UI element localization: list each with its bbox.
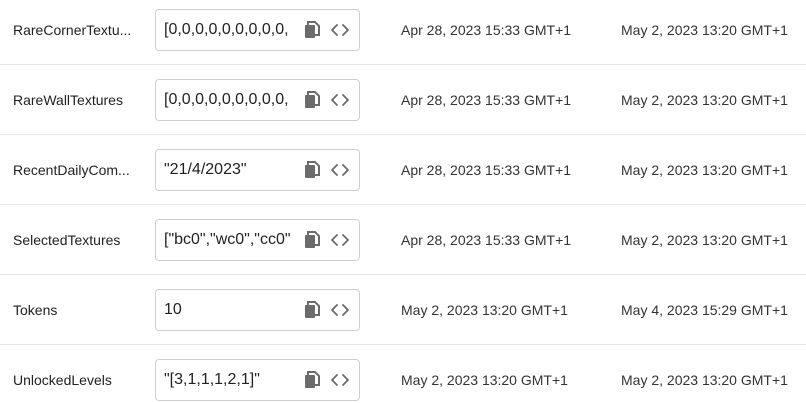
copy-icon[interactable] (300, 158, 324, 182)
code-icon[interactable] (328, 228, 352, 252)
table-row: RareCornerTextu... [0,0,0,0,0,0,0,0,0, A… (0, 0, 806, 65)
table-row: RecentDailyCom... "21/4/2023" Apr 28, 20… (0, 135, 806, 205)
table-row: Tokens 10 May 2, 2023 13:20 GMT+1 May 4,… (0, 275, 806, 345)
copy-icon[interactable] (300, 368, 324, 392)
code-icon[interactable] (328, 368, 352, 392)
value-field[interactable]: 10 (155, 289, 360, 331)
created-date: Apr 28, 2023 15:33 GMT+1 (401, 231, 572, 248)
code-icon[interactable] (328, 298, 352, 322)
row-key: RecentDailyCom... (13, 161, 130, 178)
updated-date: May 4, 2023 15:29 GMT+1 (621, 301, 788, 318)
updated-date: May 2, 2023 13:20 GMT+1 (621, 21, 788, 38)
created-date: Apr 28, 2023 15:33 GMT+1 (401, 21, 572, 38)
value-field[interactable]: ["bc0","wc0","cc0" (155, 219, 360, 261)
created-date: Apr 28, 2023 15:33 GMT+1 (401, 91, 572, 108)
code-icon[interactable] (328, 88, 352, 112)
value-text: 10 (164, 301, 182, 318)
created-date: Apr 28, 2023 15:33 GMT+1 (401, 161, 572, 178)
value-text: [0,0,0,0,0,0,0,0,0, (164, 91, 289, 108)
value-field[interactable]: "21/4/2023" (155, 149, 360, 191)
value-text: "[3,1,1,1,2,1]" (164, 371, 260, 388)
table-row: RareWallTextures [0,0,0,0,0,0,0,0,0, Apr… (0, 65, 806, 135)
value-text: [0,0,0,0,0,0,0,0,0, (164, 21, 289, 38)
copy-icon[interactable] (300, 298, 324, 322)
code-icon[interactable] (328, 18, 352, 42)
updated-date: May 2, 2023 13:20 GMT+1 (621, 372, 788, 388)
copy-icon[interactable] (300, 228, 324, 252)
value-field[interactable]: [0,0,0,0,0,0,0,0,0, (155, 9, 360, 51)
updated-date: May 2, 2023 13:20 GMT+1 (621, 91, 788, 108)
row-key: RareCornerTextu... (13, 21, 132, 38)
updated-date: May 2, 2023 13:20 GMT+1 (621, 231, 788, 248)
created-date: May 2, 2023 13:20 GMT+1 (401, 301, 568, 318)
value-text: ["bc0","wc0","cc0" (164, 231, 291, 248)
row-key: SelectedTextures (13, 231, 121, 248)
code-icon[interactable] (328, 158, 352, 182)
value-field[interactable]: [0,0,0,0,0,0,0,0,0, (155, 79, 360, 121)
table-row: SelectedTextures ["bc0","wc0","cc0" Apr … (0, 205, 806, 275)
updated-date: May 2, 2023 13:20 GMT+1 (621, 161, 788, 178)
table-row: UnlockedLevels "[3,1,1,1,2,1]" May 2, 20… (0, 345, 806, 403)
copy-icon[interactable] (300, 88, 324, 112)
created-date: May 2, 2023 13:20 GMT+1 (401, 372, 568, 388)
value-text: "21/4/2023" (164, 161, 247, 178)
value-field[interactable]: "[3,1,1,1,2,1]" (155, 359, 360, 401)
row-key: Tokens (13, 301, 58, 318)
data-table: RareCornerTextu... [0,0,0,0,0,0,0,0,0, A… (0, 0, 806, 403)
row-key: UnlockedLevels (13, 372, 112, 388)
row-key: RareWallTextures (13, 91, 123, 108)
copy-icon[interactable] (300, 18, 324, 42)
